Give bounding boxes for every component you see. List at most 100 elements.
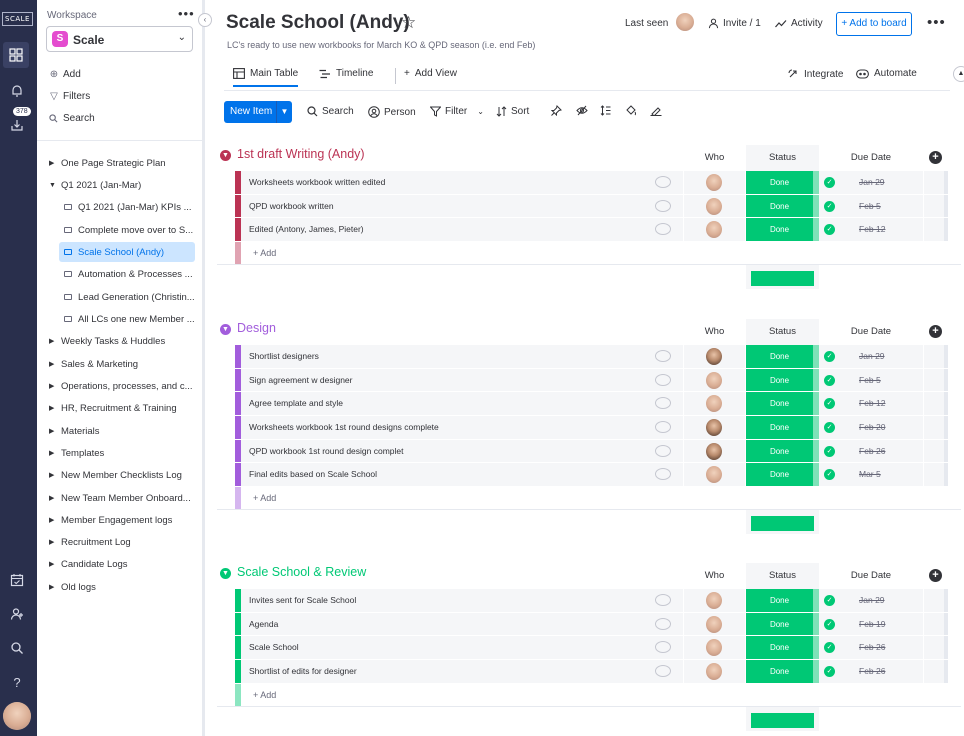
sort-button[interactable]: Sort <box>496 106 529 117</box>
person-cell[interactable] <box>684 345 745 368</box>
add-item-row[interactable]: + Add <box>217 683 961 707</box>
status-badge[interactable]: Done <box>746 439 813 463</box>
caret-right-icon[interactable]: ▶ <box>49 159 61 167</box>
comment-bubble-icon[interactable] <box>655 199 671 212</box>
item-name[interactable]: Final edits based on Scale School <box>241 463 683 487</box>
caret-right-icon[interactable]: ▶ <box>49 494 61 502</box>
column-header-status[interactable]: Status <box>746 145 819 171</box>
sidebar-folder-item[interactable]: ▶ Operations, processes, and c... <box>49 376 195 396</box>
sidebar-folder-item[interactable]: ▶ Materials <box>49 421 195 441</box>
person-cell[interactable] <box>684 368 745 392</box>
table-row[interactable]: Shortlist of edits for designer Done ✓ Feb … <box>217 660 961 684</box>
status-badge[interactable]: Done <box>746 660 813 683</box>
sidebar-folder-item[interactable]: ▶ Sales & Marketing <box>49 354 195 374</box>
group-title[interactable]: Scale School & Review <box>237 565 366 579</box>
table-row[interactable]: Sign agreement w designer Done ✓ Feb 5 <box>217 368 961 393</box>
status-badge[interactable]: Done <box>746 194 813 218</box>
sidebar-board-item[interactable]: Automation & Processes ... <box>59 264 195 284</box>
invite-button[interactable]: Invite / 1 <box>708 18 761 29</box>
search-button[interactable]: Search <box>49 113 95 124</box>
status-badge[interactable]: Done <box>746 171 813 194</box>
status-badge[interactable]: Done <box>746 589 813 612</box>
new-item-button[interactable]: New Item ▼ <box>224 101 292 123</box>
sidebar-board-item[interactable]: Complete move over to S... <box>59 220 195 240</box>
sidebar-board-item[interactable]: Scale School (Andy) <box>59 242 195 262</box>
status-badge[interactable]: Done <box>746 463 813 487</box>
table-row[interactable]: Invites sent for Scale School Done ✓ Jan 29 <box>217 589 961 613</box>
due-date-cell[interactable]: ✓ Feb 5 <box>819 368 923 392</box>
person-cell[interactable] <box>684 463 745 487</box>
user-avatar[interactable] <box>3 702 31 730</box>
column-header-due-date[interactable]: Due Date <box>819 563 923 589</box>
add-column-icon[interactable]: + <box>929 151 942 164</box>
table-row[interactable]: QPD workbook 1st round design complet Don… <box>217 439 961 464</box>
chevron-down-icon[interactable]: ▼ <box>220 150 231 161</box>
status-summary-bar[interactable] <box>751 516 814 532</box>
add-button[interactable]: ⊕ Add <box>49 69 81 80</box>
column-header-status[interactable]: Status <box>746 319 819 345</box>
status-badge[interactable]: Done <box>746 218 813 242</box>
chevron-down-icon[interactable]: ▼ <box>220 324 231 335</box>
item-name[interactable]: QPD workbook 1st round design complet <box>241 439 683 463</box>
due-date-cell[interactable]: ✓ Jan 29 <box>819 345 923 368</box>
comment-bubble-icon[interactable] <box>655 444 671 457</box>
pin-icon[interactable] <box>551 105 562 116</box>
table-row[interactable]: Worksheets workbook 1st round designs co… <box>217 416 961 440</box>
group-title[interactable]: Design <box>237 321 276 335</box>
sidebar-folder-item[interactable]: ▶ HR, Recruitment & Training <box>49 398 195 418</box>
sidebar-folder-item[interactable]: ▶ One Page Strategic Plan <box>49 153 195 173</box>
person-filter-button[interactable]: Person <box>368 106 416 118</box>
add-item-row[interactable]: + Add <box>217 487 961 511</box>
column-header-who[interactable]: Who <box>684 319 745 345</box>
item-name[interactable]: Agenda <box>241 612 683 636</box>
status-summary-bar[interactable] <box>751 712 814 728</box>
collapse-header-icon[interactable]: ▲ <box>953 66 964 82</box>
table-row[interactable]: Final edits based on Scale School Done ✓ Ma… <box>217 463 961 488</box>
caret-right-icon[interactable]: ▶ <box>49 583 61 591</box>
due-date-cell[interactable]: ✓ Feb 26 <box>819 660 923 683</box>
column-header-due-date[interactable]: Due Date <box>819 145 923 171</box>
table-row[interactable]: Agree template and style Done ✓ Feb 12 <box>217 392 961 417</box>
caret-down-icon[interactable]: ▼ <box>49 182 61 189</box>
due-date-cell[interactable]: ✓ Feb 26 <box>819 636 923 660</box>
color-fill-icon[interactable] <box>625 105 637 116</box>
invite-members-icon[interactable] <box>6 603 28 625</box>
status-badge[interactable]: Done <box>746 416 813 439</box>
person-cell[interactable] <box>684 439 745 463</box>
person-cell[interactable] <box>684 589 745 612</box>
tab-main-table[interactable]: Main Table <box>233 68 299 87</box>
item-name[interactable]: Edited (Antony, James, Pieter) <box>241 218 683 242</box>
column-header-status[interactable]: Status <box>746 563 819 589</box>
search-icon[interactable] <box>6 637 28 659</box>
my-work-icon[interactable] <box>6 569 28 591</box>
item-name[interactable]: Invites sent for Scale School <box>241 589 683 612</box>
due-date-cell[interactable]: ✓ Feb 20 <box>819 416 923 439</box>
item-name[interactable]: Shortlist designers <box>241 345 683 368</box>
table-row[interactable]: Scale School Done ✓ Feb 26 <box>217 636 961 661</box>
item-name[interactable]: Agree template and style <box>241 392 683 416</box>
sidebar-folder-item[interactable]: ▶ New Member Checklists Log <box>49 465 195 485</box>
add-item-label[interactable]: + Add <box>253 493 276 503</box>
caret-right-icon[interactable]: ▶ <box>49 449 61 457</box>
table-row[interactable]: Shortlist designers Done ✓ Jan 29 <box>217 345 961 369</box>
collapse-sidebar-button[interactable]: ‹ <box>198 13 212 27</box>
notifications-icon[interactable] <box>6 80 28 102</box>
person-cell[interactable] <box>684 171 745 194</box>
caret-right-icon[interactable]: ▶ <box>49 382 61 390</box>
caret-right-icon[interactable]: ▶ <box>49 360 61 368</box>
workspace-menu-icon[interactable]: ••• <box>178 6 195 21</box>
comment-bubble-icon[interactable] <box>655 617 671 630</box>
sidebar-folder-item[interactable]: ▼ Q1 2021 (Jan-Mar) <box>49 175 195 195</box>
status-badge[interactable]: Done <box>746 345 813 368</box>
add-view-button[interactable]: + Add View <box>404 68 457 79</box>
status-summary-bar[interactable] <box>751 271 814 287</box>
comment-bubble-icon[interactable] <box>655 594 671 606</box>
table-row[interactable]: Worksheets workbook written edited Done ✓ J… <box>217 171 961 195</box>
sidebar-folder-item[interactable]: ▶ Member Engagement logs <box>49 510 195 530</box>
item-name[interactable]: Scale School <box>241 636 683 660</box>
item-name[interactable]: QPD workbook written <box>241 194 683 218</box>
person-cell[interactable] <box>684 612 745 636</box>
item-name[interactable]: Sign agreement w designer <box>241 368 683 392</box>
status-badge[interactable]: Done <box>746 636 813 660</box>
due-date-cell[interactable]: ✓ Feb 12 <box>819 392 923 416</box>
